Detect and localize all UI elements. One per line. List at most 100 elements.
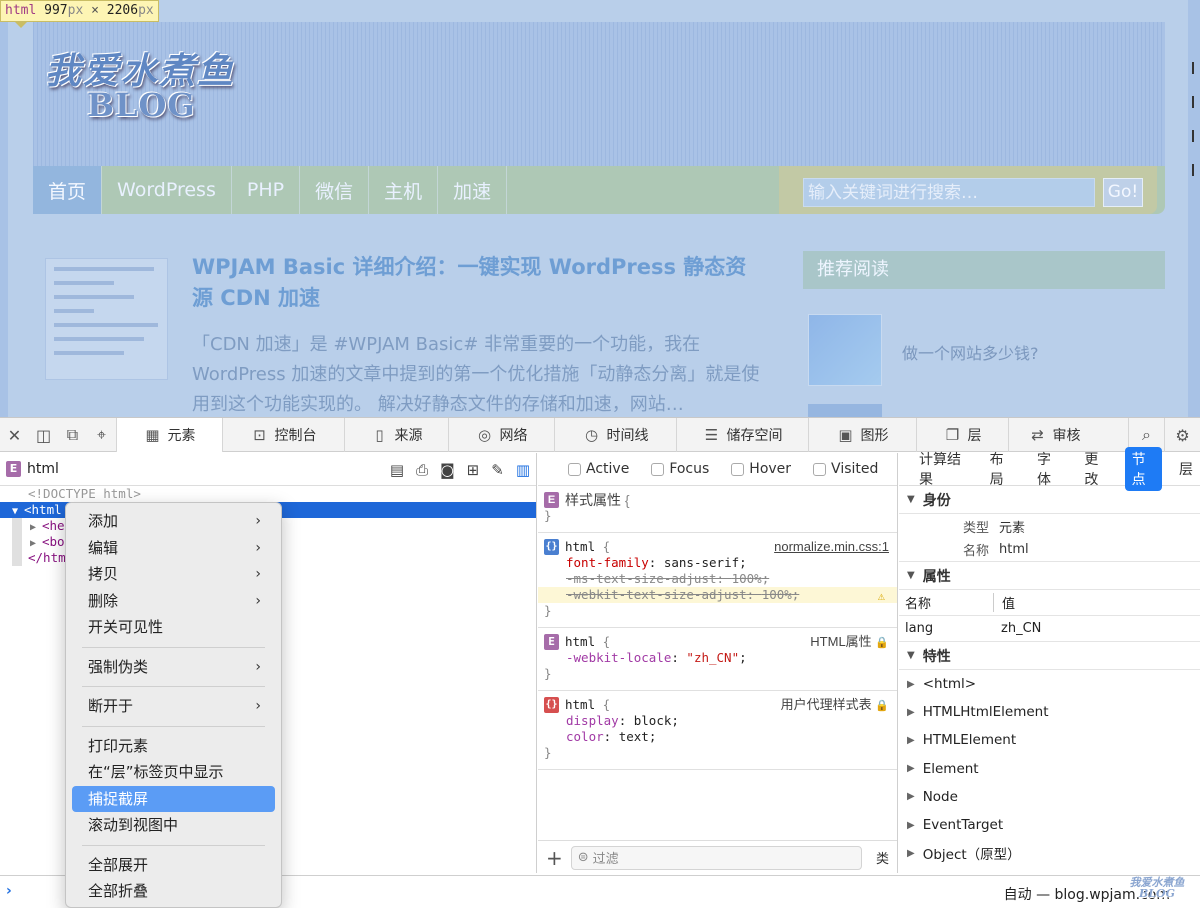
nav-item-wordpress[interactable]: WordPress xyxy=(102,166,232,214)
disclosure-open-icon: ▼ xyxy=(907,650,915,661)
page-scroll-marks xyxy=(1190,40,1196,380)
dom-node-doctype[interactable]: <!DOCTYPE html> xyxy=(0,486,536,502)
tab-computed[interactable]: 计算结果 xyxy=(912,447,973,491)
menu-item-reveal-in-layers[interactable]: 在“层”标签页中显示 xyxy=(72,759,275,786)
disclosure-open-icon: ▼ xyxy=(907,494,915,505)
sidebar-thumbnail-2[interactable] xyxy=(808,404,882,417)
dom-tools: ▤ ⎙ ◙ ⊞ ✎ ▥ xyxy=(390,453,530,486)
menu-item-add[interactable]: 添加 › xyxy=(72,508,275,535)
disclosure-closed-icon: ▶ xyxy=(907,706,915,718)
rule-source-label: 用户代理样式表 🔒 xyxy=(780,697,889,712)
dom-breadcrumb[interactable]: html xyxy=(27,461,59,477)
tab-layers-detail[interactable]: 层 xyxy=(1172,457,1200,481)
pseudo-hover-checkbox[interactable]: Hover xyxy=(731,461,791,477)
nav-item-home[interactable]: 首页 xyxy=(33,166,103,214)
menu-item-break-on[interactable]: 断开于 › xyxy=(72,693,275,720)
property-item[interactable]: ▶ <html> xyxy=(899,670,1200,698)
chevron-right-icon: › xyxy=(255,513,261,529)
class-toggle-button[interactable]: 类 xyxy=(876,848,889,867)
menu-item-force-pseudo[interactable]: 强制伪类 › xyxy=(72,654,275,681)
css-rule-user-agent[interactable]: {} html { 用户代理样式表 🔒 display: block; color… xyxy=(538,691,897,770)
tab-layout[interactable]: 布局 xyxy=(983,447,1020,491)
menu-item-capture-screenshot[interactable]: 捕捉截屏 xyxy=(72,785,275,812)
menu-item-toggle-visibility[interactable]: 开关可见性 xyxy=(72,614,275,641)
nav-item-host[interactable]: 主机 xyxy=(369,166,439,214)
property-item[interactable]: ▶ HTMLElement xyxy=(899,726,1200,754)
nav-item-php[interactable]: PHP xyxy=(232,166,301,214)
properties-section-header[interactable]: ▼ 特性 xyxy=(899,642,1200,670)
add-rule-icon[interactable]: + xyxy=(546,846,563,870)
warning-icon[interactable]: ⚠ xyxy=(878,588,885,604)
nav-item-speed[interactable]: 加速 xyxy=(438,166,508,214)
menu-item-scroll-into-view[interactable]: 滚动到视图中 xyxy=(72,812,275,839)
styles-filter-input[interactable]: ⊜ 过滤 xyxy=(570,845,862,870)
disclosure-closed-icon: ▶ xyxy=(907,791,915,803)
layout-grid-icon[interactable]: ⊞ xyxy=(467,461,480,479)
tab-timelines[interactable]: ◷ 时间线 xyxy=(554,418,676,452)
tab-changes[interactable]: 更改 xyxy=(1077,447,1114,491)
tab-storage[interactable]: ☰ 储存空间 xyxy=(676,418,808,452)
sidebar-item-link[interactable]: 做一个网站多少钱? xyxy=(902,340,1039,364)
network-icon: ◎ xyxy=(477,426,492,444)
tab-console[interactable]: ⊡ 控制台 xyxy=(222,418,344,452)
menu-item-collapse-all[interactable]: 全部折叠 xyxy=(72,878,275,905)
disclosure-closed-icon: ▶ xyxy=(907,763,915,775)
site-search-input[interactable] xyxy=(803,178,1095,207)
menu-separator xyxy=(82,725,265,727)
tab-network[interactable]: ◎ 网络 xyxy=(448,418,554,452)
element-badge-icon: E xyxy=(6,461,21,477)
grid-overlay-icon[interactable]: ▤ xyxy=(390,461,404,479)
menu-separator xyxy=(82,646,265,648)
print-icon[interactable]: ⎙ xyxy=(416,461,428,479)
pseudo-class-bar: Active Focus Hover Visited xyxy=(538,453,897,486)
tab-node[interactable]: 节点 xyxy=(1124,447,1162,491)
declaration[interactable]: color: text; xyxy=(544,729,891,745)
gear-icon[interactable]: ⚙ xyxy=(1164,418,1200,452)
post-title[interactable]: WPJAM Basic 详细介绍：一键实现 WordPress 静态资源 CDN… xyxy=(192,252,762,314)
screenshot-icon[interactable]: ◙ xyxy=(440,461,455,479)
attribute-row[interactable]: lang zh_CN xyxy=(899,616,1200,642)
pseudo-active-checkbox[interactable]: Active xyxy=(568,461,629,477)
declaration[interactable]: -webkit-locale: "zh_CN"; xyxy=(544,650,891,666)
declaration[interactable]: font-family: sans-serif; xyxy=(544,555,891,571)
declaration-overridden[interactable]: -ms-text-size-adjust: 100%; xyxy=(544,571,891,587)
close-icon[interactable]: ✕ xyxy=(0,418,29,452)
style-attribute-rule[interactable]: E 样式属性 { } xyxy=(538,486,897,533)
property-item[interactable]: ▶ HTMLHtmlElement xyxy=(899,698,1200,726)
sidebar-toggle-icon[interactable]: ▥ xyxy=(516,461,530,479)
css-rule-html-attribute[interactable]: Ehtml { HTML属性 🔒 -webkit-locale: "zh_CN"… xyxy=(538,628,897,691)
nav-item-wechat[interactable]: 微信 xyxy=(300,166,370,214)
site-logo[interactable]: 我爱水煮鱼 BLOG xyxy=(45,42,245,124)
console-icon: ⊡ xyxy=(253,426,266,444)
post-thumbnail[interactable] xyxy=(45,258,168,380)
console-prompt-icon[interactable]: › xyxy=(6,883,12,899)
site-search-button[interactable]: Go! xyxy=(1103,178,1143,207)
stylesheet-badge-icon: {} xyxy=(544,539,559,555)
property-item[interactable]: ▶ Object（原型） xyxy=(899,839,1200,867)
menu-item-log-element[interactable]: 打印元素 xyxy=(72,733,275,760)
pseudo-visited-checkbox[interactable]: Visited xyxy=(813,461,878,477)
undock-icon[interactable]: ⧉ xyxy=(58,418,87,452)
crosshair-icon[interactable]: ⌖ xyxy=(87,418,116,452)
paint-brush-icon[interactable]: ✎ xyxy=(491,461,504,479)
tab-graphics[interactable]: ▣ 图形 xyxy=(808,418,916,452)
attributes-section-header[interactable]: ▼ 属性 xyxy=(899,562,1200,590)
pseudo-focus-checkbox[interactable]: Focus xyxy=(651,461,709,477)
declaration[interactable]: display: block; xyxy=(544,713,891,729)
tab-sources[interactable]: ▯ 来源 xyxy=(344,418,448,452)
rule-source-link[interactable]: normalize.min.css:1 xyxy=(774,539,889,555)
property-item[interactable]: ▶ EventTarget xyxy=(899,811,1200,839)
tab-elements[interactable]: ▦ 元素 xyxy=(116,418,222,452)
disclosure-closed-icon: ▶ xyxy=(907,819,915,831)
menu-item-delete[interactable]: 删除 › xyxy=(72,588,275,615)
dock-side-icon[interactable]: ◫ xyxy=(29,418,58,452)
property-item[interactable]: ▶ Node xyxy=(899,783,1200,811)
menu-item-edit[interactable]: 编辑 › xyxy=(72,535,275,562)
css-rule-normalize[interactable]: {} html { normalize.min.css:1 font-family… xyxy=(538,533,897,628)
declaration-warning[interactable]: -webkit-text-size-adjust: 100%; ⚠ xyxy=(538,587,897,603)
property-item[interactable]: ▶ Element xyxy=(899,755,1200,783)
menu-item-expand-all[interactable]: 全部展开 xyxy=(72,852,275,879)
menu-item-copy[interactable]: 拷贝 › xyxy=(72,561,275,588)
tab-font[interactable]: 字体 xyxy=(1030,447,1067,491)
sidebar-thumbnail[interactable] xyxy=(808,314,882,386)
